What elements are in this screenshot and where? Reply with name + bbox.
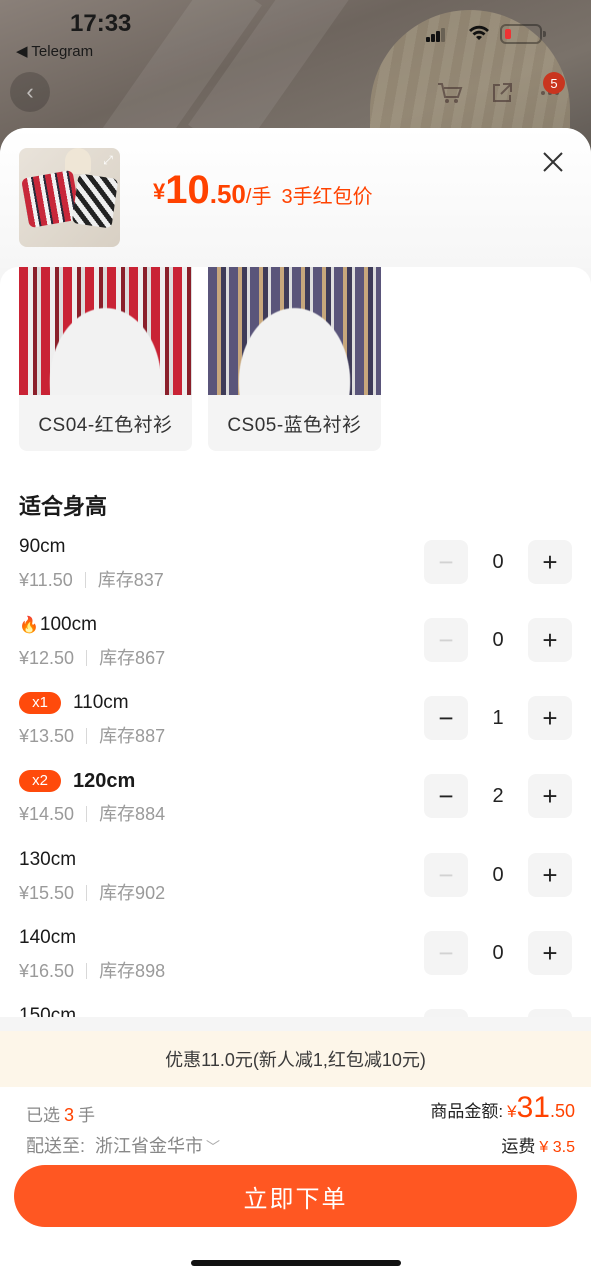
- shipping-destination[interactable]: 配送至: 浙江省金华市 ﹀: [26, 1132, 220, 1158]
- status-bar: 17:33 ◀ Telegram: [0, 0, 591, 60]
- expand-icon[interactable]: ⤢: [100, 152, 116, 168]
- selected-count-badge: x1: [19, 692, 61, 714]
- color-option-blue[interactable]: CS05-蓝色衬衫: [208, 267, 381, 451]
- quantity-stepper: − 0 +: [424, 853, 572, 897]
- quantity-stepper: − 0 +: [424, 931, 572, 975]
- quantity-stepper: − 0 +: [424, 618, 572, 662]
- price-decimal: .50: [209, 179, 246, 209]
- decrease-button[interactable]: −: [424, 618, 468, 662]
- sheet-header: ⤢ ¥10.50/手 3手红包价: [0, 128, 591, 268]
- close-icon[interactable]: [537, 148, 569, 180]
- size-row: 150cm: [0, 1003, 591, 1017]
- quantity-stepper: − 0 +: [424, 540, 572, 584]
- increase-button[interactable]: +: [528, 774, 572, 818]
- quantity-value[interactable]: 1: [468, 696, 528, 740]
- selected-count-badge: x2: [19, 770, 61, 792]
- increase-button[interactable]: +: [528, 696, 572, 740]
- size-meta: ¥11.50 库存837: [19, 570, 164, 590]
- size-meta: ¥12.50 库存867: [19, 648, 166, 668]
- quantity-value[interactable]: 0: [468, 853, 528, 897]
- price-currency: ¥: [153, 179, 166, 204]
- selected-count: 已选 3 手: [26, 1105, 96, 1125]
- signal-icon: [426, 28, 446, 42]
- discount-summary: 优惠11.0元(新人减1,红包减10元): [0, 1031, 591, 1087]
- size-label: x1 110cm: [19, 690, 129, 716]
- unit-price: ¥10.50/手 3手红包价: [153, 168, 373, 213]
- color-option-label: CS04-红色衬衫: [38, 414, 173, 436]
- size-meta: ¥14.50 库存884: [19, 804, 166, 824]
- increase-button[interactable]: [528, 1009, 572, 1017]
- size-row: 140cm ¥16.50 库存898 − 0 +: [0, 925, 591, 1003]
- freight-fee: 运费 ¥ 3.5: [501, 1137, 575, 1156]
- goods-amount: 商品金额: ¥31.50: [430, 1091, 575, 1124]
- back-to-telegram-link[interactable]: ◀ Telegram: [16, 42, 93, 60]
- price-unit: /手: [245, 186, 272, 208]
- place-order-button[interactable]: 立即下单: [14, 1165, 577, 1227]
- size-row: x2 120cm ¥14.50 库存884 − 2 +: [0, 768, 591, 846]
- decrease-button[interactable]: −: [424, 540, 468, 584]
- hot-fire-icon: 🔥: [19, 617, 39, 634]
- quantity-value[interactable]: 0: [468, 931, 528, 975]
- share-icon[interactable]: [487, 78, 517, 108]
- quantity-stepper: − 1 +: [424, 696, 572, 740]
- size-meta: ¥15.50 库存902: [19, 883, 166, 903]
- increase-button[interactable]: +: [528, 540, 572, 584]
- wifi-icon: [468, 24, 490, 47]
- size-row: 130cm ¥15.50 库存902 − 0 +: [0, 847, 591, 925]
- product-thumbnail[interactable]: ⤢: [19, 148, 120, 247]
- sku-selection-sheet: ⤢ ¥10.50/手 3手红包价 CS04-红色衬衫 CS05-蓝色衬衫 适合身高…: [0, 128, 591, 1280]
- cart-count-badge: 5: [543, 72, 565, 94]
- quantity-value[interactable]: 0: [468, 618, 528, 662]
- size-label: 150cm: [19, 1005, 77, 1017]
- size-label: 90cm: [19, 536, 66, 557]
- color-option-label: CS05-蓝色衬衫: [227, 414, 362, 436]
- home-indicator: [191, 1260, 401, 1266]
- quantity-value[interactable]: 0: [468, 540, 528, 584]
- size-label: 140cm: [19, 927, 77, 948]
- size-label: 🔥 100cm: [19, 614, 97, 635]
- size-label: 130cm: [19, 849, 77, 870]
- battery-icon: [500, 24, 546, 44]
- sku-scroll-area[interactable]: CS04-红色衬衫 CS05-蓝色衬衫 适合身高 90cm ¥11.50 库存83…: [0, 267, 591, 1017]
- quantity-value[interactable]: 2: [468, 774, 528, 818]
- increase-button[interactable]: +: [528, 931, 572, 975]
- status-time: 17:33: [70, 10, 132, 37]
- size-row: x1 110cm ¥13.50 库存887 − 1 +: [0, 690, 591, 768]
- decrease-button[interactable]: −: [424, 774, 468, 818]
- price-integer: 10: [165, 168, 210, 212]
- size-meta: ¥13.50 库存887: [19, 726, 166, 746]
- quantity-stepper: − 2 +: [424, 774, 572, 818]
- decrease-button[interactable]: −: [424, 696, 468, 740]
- size-label: x2 120cm: [19, 768, 135, 794]
- size-row: 🔥 100cm ¥12.50 库存867 − 0 +: [0, 612, 591, 690]
- back-arrow-icon[interactable]: ‹: [10, 72, 50, 112]
- size-row: 90cm ¥11.50 库存837 − 0 +: [0, 534, 591, 612]
- color-option-image: [19, 267, 192, 395]
- increase-button[interactable]: +: [528, 618, 572, 662]
- size-section-title: 适合身高: [19, 494, 108, 519]
- cart-icon[interactable]: [435, 78, 465, 108]
- decrease-button[interactable]: −: [424, 931, 468, 975]
- size-meta: ¥16.50 库存898: [19, 961, 166, 981]
- chevron-down-icon: ﹀: [206, 1139, 221, 1155]
- order-footer: 已选 3 手 配送至: 浙江省金华市 ﹀ 商品金额: ¥31.50 运费 ¥ 3.5 立即下…: [0, 1087, 591, 1280]
- decrease-button[interactable]: −: [424, 853, 468, 897]
- color-option-red[interactable]: CS04-红色衬衫: [19, 267, 192, 451]
- product-top-nav: ‹: [0, 72, 591, 116]
- decrease-button[interactable]: [424, 1009, 468, 1017]
- quantity-stepper: [424, 1009, 572, 1017]
- price-tag: 3手红包价: [281, 186, 373, 208]
- increase-button[interactable]: +: [528, 853, 572, 897]
- color-option-image: [208, 267, 381, 395]
